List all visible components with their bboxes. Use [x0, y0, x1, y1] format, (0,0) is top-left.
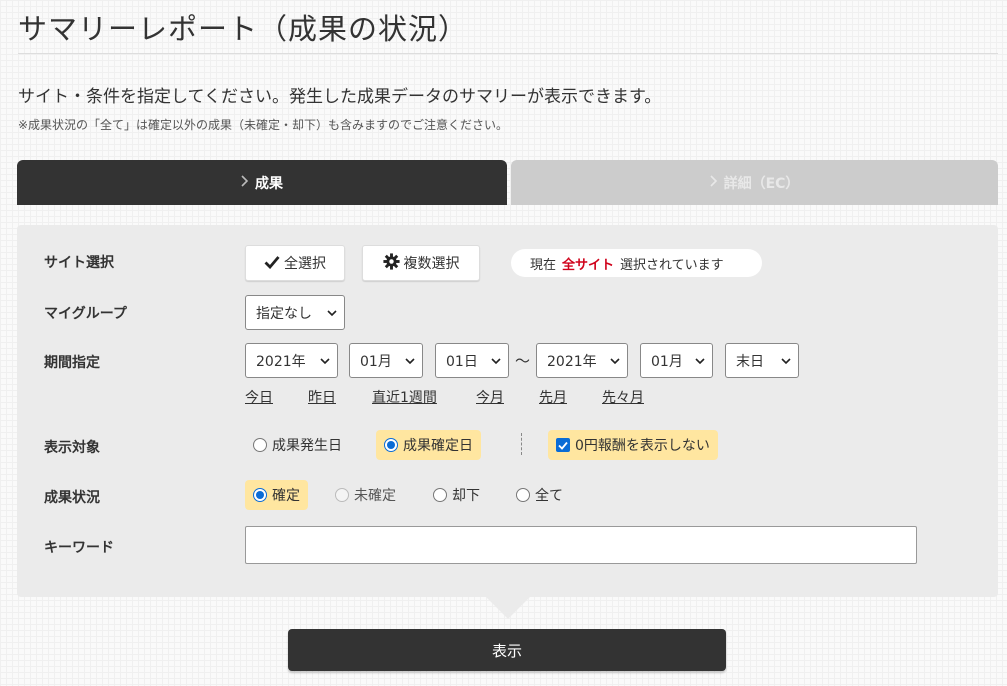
- quick-link-this-month[interactable]: 今月: [476, 387, 504, 407]
- tab-detail-ec[interactable]: 詳細（EC）: [511, 160, 998, 205]
- multi-select-button[interactable]: 複数選択: [362, 245, 480, 281]
- keyword-input[interactable]: [245, 526, 917, 564]
- status-confirmed-radio[interactable]: 確定: [245, 480, 308, 510]
- chevron-down-icon: [781, 357, 791, 364]
- chevron-right-icon: [710, 174, 718, 191]
- status-prefix: 現在: [530, 257, 557, 273]
- hide-zero-reward-checkbox[interactable]: 0円報酬を表示しない: [548, 430, 718, 460]
- quick-link-today[interactable]: 今日: [245, 387, 273, 407]
- radio-button: [516, 488, 530, 502]
- select-all-label: 全選択: [284, 256, 326, 272]
- mygroup-label: マイグループ: [44, 306, 127, 322]
- status-rejected-radio[interactable]: 却下: [425, 480, 488, 510]
- status-suffix: 選択されています: [620, 257, 724, 273]
- from-month-value: 01月: [360, 353, 392, 370]
- site-status-badge: 現在 全サイト 選択されています: [511, 249, 762, 277]
- to-month-select[interactable]: 01月: [640, 343, 713, 378]
- checkbox-checked-icon: [556, 438, 570, 452]
- checkbox-label: 0円報酬を表示しない: [575, 438, 710, 454]
- display-target-occurrence-radio[interactable]: 成果発生日: [245, 430, 350, 460]
- status-highlight: 全サイト: [562, 257, 615, 273]
- tab-results-label: 成果: [255, 175, 283, 192]
- from-year-select[interactable]: 2021年: [245, 343, 338, 378]
- select-all-button[interactable]: 全選択: [245, 245, 345, 281]
- to-year-value: 2021年: [547, 353, 597, 370]
- option-label: 成果発生日: [272, 438, 342, 454]
- status-unconfirmed-radio[interactable]: 未確定: [327, 480, 404, 510]
- multi-select-label: 複数選択: [403, 256, 460, 272]
- radio-button-selected: [384, 438, 398, 452]
- to-day-value: 末日: [736, 353, 764, 370]
- quick-link-yesterday[interactable]: 昨日: [308, 387, 336, 407]
- tab-results[interactable]: 成果: [17, 160, 507, 205]
- option-label: 全て: [535, 488, 563, 504]
- display-target-confirm-radio[interactable]: 成果確定日: [376, 430, 481, 460]
- mygroup-select[interactable]: 指定なし: [245, 295, 345, 330]
- option-label: 成果確定日: [403, 438, 473, 454]
- panel-pointer: [486, 597, 530, 619]
- mygroup-value: 指定なし: [256, 305, 312, 322]
- option-label: 確定: [272, 488, 300, 504]
- to-day-select[interactable]: 末日: [725, 343, 799, 378]
- quick-link-last-week[interactable]: 直近1週間: [372, 387, 437, 407]
- chevron-down-icon: [327, 309, 337, 316]
- radio-button-disabled: [335, 488, 349, 502]
- from-day-select[interactable]: 01日: [435, 343, 509, 378]
- to-year-select[interactable]: 2021年: [536, 343, 628, 378]
- keyword-label: キーワード: [44, 540, 114, 556]
- gear-icon: [382, 252, 400, 274]
- chevron-down-icon: [610, 357, 620, 364]
- status-all-radio[interactable]: 全て: [508, 480, 571, 510]
- display-target-label: 表示対象: [44, 440, 100, 456]
- tab-detail-ec-label: 詳細（EC）: [723, 175, 800, 192]
- divider: [521, 433, 522, 455]
- report-tabs: 成果 詳細（EC）: [17, 160, 998, 205]
- chevron-down-icon: [491, 357, 501, 364]
- to-month-value: 01月: [651, 353, 683, 370]
- chevron-down-icon: [405, 357, 415, 364]
- chevron-down-icon: [695, 357, 705, 364]
- radio-button-selected: [253, 488, 267, 502]
- option-label: 却下: [452, 488, 480, 504]
- quick-link-two-months-ago[interactable]: 先々月: [602, 387, 644, 407]
- chevron-down-icon: [320, 357, 330, 364]
- period-label: 期間指定: [44, 355, 100, 371]
- note-text: ※成果状況の「全て」は確定以外の成果（未確定・却下）も含みますのでご注意ください…: [18, 118, 509, 132]
- site-select-label: サイト選択: [44, 255, 114, 271]
- display-button[interactable]: 表示: [288, 629, 726, 671]
- title-divider: [18, 53, 998, 54]
- from-month-select[interactable]: 01月: [349, 343, 423, 378]
- intro-text: サイト・条件を指定してください。発生した成果データのサマリーが表示できます。: [18, 87, 662, 107]
- period-separator: ～: [515, 352, 531, 370]
- from-day-value: 01日: [446, 353, 478, 370]
- radio-button: [433, 488, 447, 502]
- check-icon: [264, 254, 280, 273]
- chevron-right-icon: [241, 174, 249, 191]
- option-label: 未確定: [354, 488, 396, 504]
- result-status-label: 成果状況: [44, 490, 100, 506]
- quick-link-last-month[interactable]: 先月: [539, 387, 567, 407]
- from-year-value: 2021年: [256, 353, 306, 370]
- radio-button: [253, 438, 267, 452]
- page-title: サマリーレポート（成果の状況）: [18, 12, 469, 46]
